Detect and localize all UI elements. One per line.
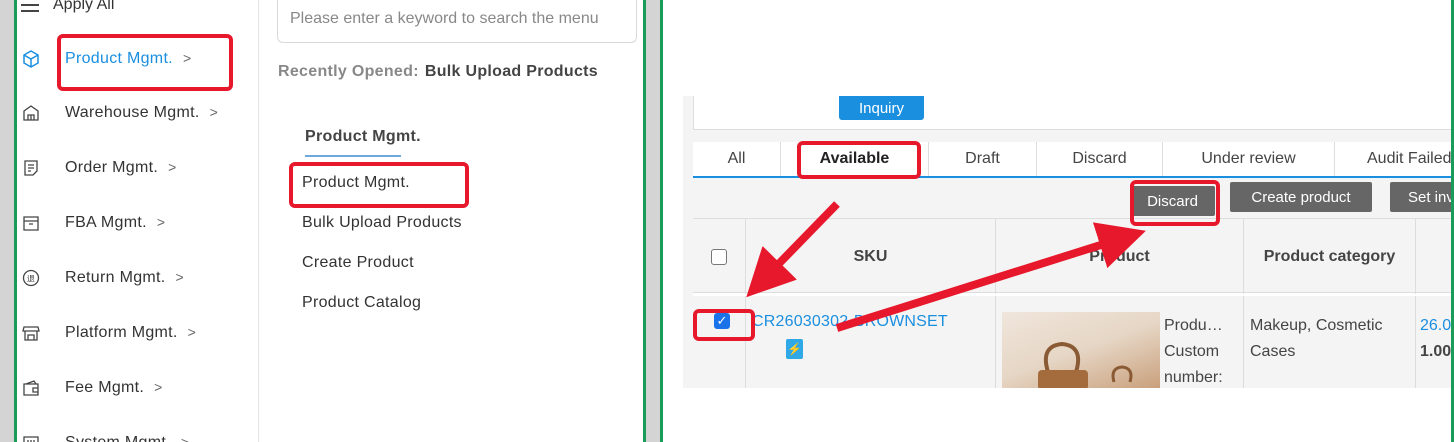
sidebar-item-fba-mgmt[interactable]: FBA Mgmt. > (17, 203, 257, 243)
category-cell: Makeup, Cosmetic Cases (1244, 296, 1416, 388)
product-table: SKU Product Product category ✓ CR2603030… (693, 218, 1452, 388)
hamburger-icon (21, 0, 39, 12)
price-link[interactable]: 26.00 (1420, 313, 1451, 339)
product-custom-text: Custom (1164, 343, 1220, 360)
sidebar-item-label: FBA Mgmt. (65, 214, 147, 231)
warehouse-icon (21, 103, 41, 123)
tab-audit-failed[interactable]: Audit Failed (1335, 142, 1451, 176)
product-name-text: Produ… (1164, 317, 1223, 334)
chevron-right-icon: > (154, 379, 163, 395)
sidebar-item-label: Return Mgmt. (65, 269, 166, 286)
left-screenshot-panel: Apply All Product Mgmt. > Warehouse Mgmt.… (14, 0, 646, 442)
highlight-box-product-mgmt (57, 34, 233, 91)
inquiry-button[interactable]: Inquiry (839, 96, 924, 120)
chevron-right-icon: > (180, 434, 190, 442)
table-header: SKU Product Product category (693, 218, 1451, 294)
chevron-right-icon: > (187, 324, 197, 340)
document-icon (21, 158, 41, 178)
panel-gap (646, 0, 660, 442)
sidebar-item-fee-mgmt[interactable]: Fee Mgmt. > (17, 368, 257, 408)
product-cell: Produ… Custom number: (996, 296, 1244, 388)
sidebar-item-platform-mgmt[interactable]: Platform Mgmt. > (17, 313, 257, 353)
submenu-item-product-catalog[interactable]: Product Catalog (302, 294, 421, 312)
tab-draft[interactable]: Draft (929, 142, 1037, 176)
category-text: Makeup, Cosmetic (1250, 317, 1383, 334)
column-header-product[interactable]: Product (996, 219, 1244, 294)
sku-link[interactable]: CR26030302-BROWNSET (752, 313, 948, 331)
store-icon (21, 323, 41, 343)
svg-text:退: 退 (27, 275, 35, 284)
recently-opened: Recently Opened: Bulk Upload Products (278, 63, 598, 81)
select-all-cell (693, 219, 746, 294)
sidebar-item-label: Fee Mgmt. (65, 379, 145, 396)
settings-icon (21, 433, 41, 442)
sidebar-item-return-mgmt[interactable]: 退 Return Mgmt. > (17, 258, 257, 298)
wallet-icon (21, 378, 41, 398)
sidebar-item-label: Order Mgmt. (65, 159, 159, 176)
select-all-checkbox[interactable] (711, 248, 727, 265)
highlight-box-discard-button (1130, 180, 1220, 226)
sidebar-item-label: System Mgmt. (65, 434, 171, 442)
quantity-text: 1.00 (1420, 343, 1452, 360)
filter-box: Inquiry (693, 96, 1451, 130)
cube-icon (21, 49, 41, 69)
box-icon (21, 213, 41, 233)
section-title: Product Mgmt. (305, 128, 421, 145)
sidebar-item-warehouse-mgmt[interactable]: Warehouse Mgmt. > (17, 93, 257, 133)
apply-all-item[interactable]: Apply All (21, 0, 114, 14)
create-product-button[interactable]: Create product (1230, 182, 1372, 212)
chevron-right-icon: > (168, 159, 177, 175)
set-inventory-button[interactable]: Set inventory (1390, 182, 1451, 212)
tab-discard[interactable]: Discard (1037, 142, 1163, 176)
submenu-item-create-product[interactable]: Create Product (302, 254, 414, 272)
product-list-view: Inquiry All Available Draft Discard Unde… (683, 96, 1452, 388)
product-image[interactable] (1002, 312, 1160, 388)
battery-icon: ⚡ (786, 339, 803, 359)
column-header-price (1416, 219, 1451, 294)
sidebar-item-system-mgmt[interactable]: System Mgmt. > (17, 423, 257, 442)
sku-cell: CR26030302-BROWNSET ⚡ (746, 296, 996, 388)
recent-label: Recently Opened: (278, 63, 419, 80)
chevron-right-icon: > (156, 214, 166, 230)
recent-link[interactable]: Bulk Upload Products (425, 63, 598, 80)
table-row[interactable]: ✓ CR26030302-BROWNSET ⚡ Produ… Custom nu… (693, 296, 1452, 388)
sidebar: Apply All Product Mgmt. > Warehouse Mgmt.… (17, 0, 259, 442)
sidebar-item-label: Warehouse Mgmt. (65, 104, 200, 121)
highlight-box-row-checkbox (693, 309, 755, 341)
return-icon: 退 (21, 268, 41, 288)
menu-search-input[interactable]: Please enter a keyword to search the men… (277, 0, 637, 43)
column-header-sku[interactable]: SKU (746, 219, 996, 294)
submenu-item-bulk-upload[interactable]: Bulk Upload Products (302, 214, 462, 232)
category-text-2: Cases (1250, 343, 1296, 360)
left-margin (0, 0, 14, 442)
chevron-right-icon: > (175, 269, 184, 285)
tab-all[interactable]: All (693, 142, 781, 176)
section-underline (305, 155, 401, 157)
price-cell: 26.00 1.00 (1416, 296, 1452, 388)
highlight-box-available-tab (797, 141, 921, 179)
product-number-text: number: (1164, 369, 1223, 386)
tab-under-review[interactable]: Under review (1163, 142, 1335, 176)
apply-all-label: Apply All (53, 0, 115, 13)
sidebar-item-label: Platform Mgmt. (65, 324, 178, 341)
sidebar-item-order-mgmt[interactable]: Order Mgmt. > (17, 148, 257, 188)
highlight-box-submenu (289, 162, 469, 208)
submenu-panel: Please enter a keyword to search the men… (259, 0, 643, 442)
right-screenshot-panel: Inquiry All Available Draft Discard Unde… (660, 0, 1454, 442)
chevron-right-icon: > (209, 104, 219, 120)
column-header-category[interactable]: Product category (1244, 219, 1416, 294)
